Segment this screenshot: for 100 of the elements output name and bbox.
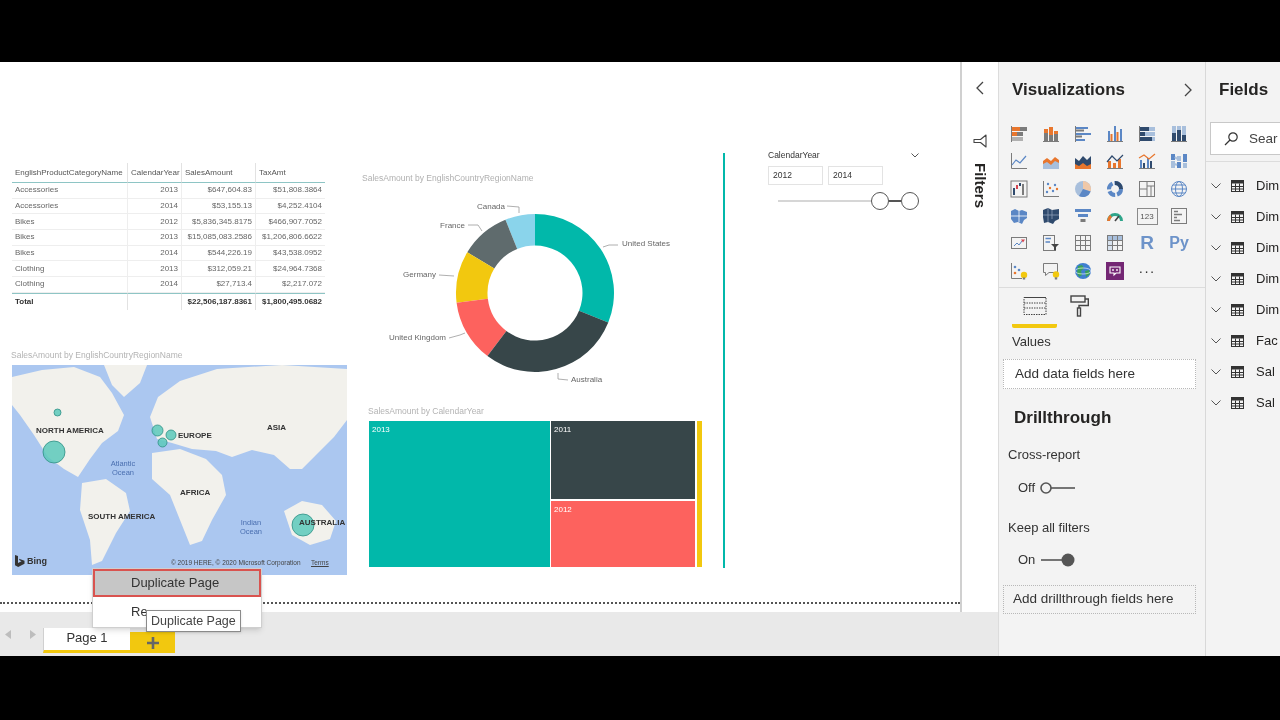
donut-slice[interactable] — [467, 219, 518, 269]
pane-title: Fields — [1219, 79, 1270, 101]
treemap-tile[interactable] — [697, 421, 702, 567]
data-label: France — [440, 221, 465, 231]
chevron-down-icon[interactable] — [1211, 338, 1221, 344]
toggle-label: Cross-report — [1007, 446, 1082, 463]
ribbon-chart-icon[interactable] — [1170, 152, 1188, 171]
tile-label: 2013 — [372, 425, 390, 435]
page-tab[interactable]: Page 1 — [43, 628, 130, 653]
tile-label: 2012 — [554, 505, 572, 515]
table-icon[interactable] — [1074, 234, 1092, 253]
line-and-column-chart-icon[interactable] — [1106, 152, 1124, 171]
toggle-switch[interactable] — [1039, 480, 1076, 495]
donut-chart-icon[interactable] — [1106, 179, 1124, 198]
circle-marker-icon[interactable] — [156, 436, 168, 448]
bing-logo-icon — [15, 555, 25, 567]
treemap-icon[interactable] — [1138, 179, 1156, 198]
globe-icon[interactable] — [1170, 179, 1188, 198]
leader-line — [506, 205, 520, 214]
card-visual-button[interactable]: 123 — [1136, 207, 1158, 225]
line-and-column-chart-icon[interactable] — [1138, 152, 1156, 171]
table-cell: 2014 — [127, 198, 181, 215]
chevron-down-icon[interactable] — [1211, 307, 1221, 313]
app-tile-icon[interactable] — [1106, 261, 1124, 280]
leader-line — [438, 274, 455, 277]
stacked-bar-chart-icon[interactable] — [1010, 125, 1028, 144]
more-visuals-button[interactable]: ··· — [1138, 263, 1156, 278]
pane-title: Visualizations — [1012, 79, 1126, 101]
key-influencers-icon[interactable] — [1010, 261, 1028, 280]
chevron-right-icon[interactable] — [1184, 83, 1192, 97]
add-page-button[interactable] — [130, 632, 175, 653]
globe-icon[interactable] — [1074, 261, 1092, 280]
table-cell: $15,085,083.2586 — [181, 230, 255, 246]
circle-marker-icon[interactable] — [52, 407, 62, 417]
bar-chart-icon[interactable] — [1074, 125, 1092, 144]
table-cell: Accessories — [12, 183, 127, 199]
column-header[interactable]: CalendarYear — [127, 163, 181, 183]
stacked-column-chart-icon[interactable] — [1042, 125, 1060, 144]
table-cell: Clothing — [12, 261, 127, 278]
field-table-name[interactable]: Dim — [1256, 209, 1280, 225]
chevron-left-icon[interactable] — [976, 81, 984, 95]
column-header[interactable]: SalesAmount — [181, 163, 255, 183]
multi-row-card-icon[interactable] — [1170, 207, 1188, 226]
stacked-column-chart-icon[interactable] — [1170, 125, 1188, 144]
tooltip: Duplicate Page — [146, 610, 241, 632]
slicer-icon[interactable] — [1042, 234, 1060, 253]
table-icon — [1231, 366, 1244, 378]
donut-slice[interactable] — [505, 214, 535, 249]
treemap-tile[interactable]: 2011 — [551, 421, 695, 499]
leader-line — [602, 244, 619, 248]
scatter-chart-icon[interactable] — [1042, 179, 1060, 198]
toggle-state-text: Off — [1018, 479, 1036, 496]
shape-map-icon[interactable] — [1042, 207, 1060, 226]
table-cell: Bikes — [12, 245, 127, 262]
chevron-down-icon[interactable] — [1211, 183, 1221, 189]
field-table-name[interactable]: Fac — [1256, 333, 1278, 349]
table-cell: 2013 — [127, 230, 181, 246]
year-input-field[interactable]: 2014 — [828, 166, 883, 185]
field-table-name[interactable]: Dim — [1256, 302, 1280, 318]
chevron-down-icon[interactable] — [1211, 214, 1221, 220]
section-title: Drillthrough — [1013, 406, 1113, 429]
field-table-name[interactable]: Dim — [1256, 271, 1280, 287]
donut-slice[interactable] — [487, 310, 609, 372]
menu-item[interactable]: Duplicate Page — [93, 569, 261, 597]
stacked-bar-chart-icon[interactable] — [1138, 125, 1156, 144]
field-table-name[interactable]: Sal — [1256, 395, 1275, 411]
table-cell: Bikes — [12, 214, 127, 231]
table-cell: $544,226.19 — [181, 245, 255, 262]
chevron-down-icon[interactable] — [1211, 276, 1221, 282]
search-field[interactable]: Sear — [1210, 122, 1280, 155]
column-header[interactable]: EnglishProductCategoryName — [12, 163, 127, 183]
matrix-icon[interactable] — [1106, 234, 1124, 253]
speech-bubble-icon[interactable] — [1042, 261, 1060, 280]
pie-chart-icon[interactable] — [1074, 179, 1092, 198]
column-chart-icon[interactable] — [1106, 125, 1124, 144]
column-header[interactable]: TaxAmt — [255, 163, 325, 183]
circle-marker-icon[interactable] — [165, 429, 177, 441]
donut-slice[interactable] — [456, 252, 495, 303]
toggle-switch[interactable] — [1041, 552, 1076, 567]
circle-marker-icon[interactable] — [42, 440, 66, 464]
chevron-down-icon[interactable] — [1211, 400, 1221, 406]
filter-icon[interactable] — [973, 134, 987, 148]
well-label: Values — [1011, 333, 1052, 350]
field-table-name[interactable]: Dim — [1256, 178, 1280, 194]
filled-map-icon[interactable] — [1010, 207, 1028, 226]
field-table-name[interactable]: Sal — [1256, 364, 1275, 380]
data-label: United States — [622, 239, 671, 249]
circle-marker-icon[interactable] — [150, 423, 164, 437]
chevron-down-icon[interactable] — [1211, 245, 1221, 251]
table-cell: $51,808.3864 — [255, 183, 325, 199]
field-table-name[interactable]: Dim — [1256, 240, 1280, 256]
waterfall-chart-icon[interactable] — [1010, 179, 1028, 198]
chevron-down-icon[interactable] — [911, 153, 919, 158]
chevron-down-icon[interactable] — [1211, 369, 1221, 375]
line-chart-icon[interactable] — [1010, 152, 1028, 171]
donut-slice[interactable] — [535, 214, 614, 323]
drop-field[interactable]: Add data fields here — [1003, 358, 1196, 389]
year-input-field[interactable]: 2012 — [768, 166, 823, 185]
donut-slice[interactable] — [456, 298, 507, 357]
drop-field[interactable]: Add drillthrough fields here — [1003, 584, 1196, 614]
